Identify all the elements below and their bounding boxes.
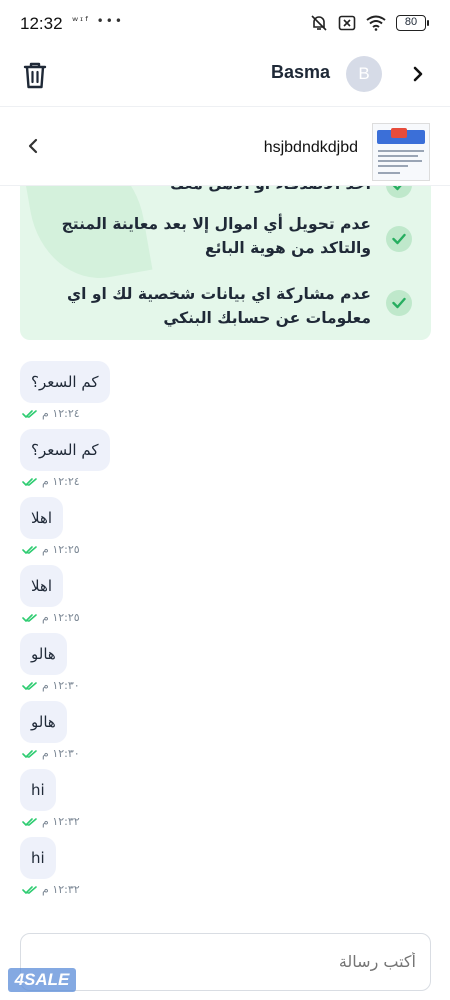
- wifi-icon: [366, 15, 386, 31]
- double-check-icon: [22, 885, 37, 894]
- trash-icon[interactable]: [22, 60, 48, 90]
- message-bubble[interactable]: hi: [20, 769, 56, 811]
- message-time: ١٢:٣٢ م: [42, 815, 80, 828]
- chevron-left-icon[interactable]: [26, 137, 40, 155]
- thumbnail-line: [378, 160, 422, 162]
- safety-tips-card: أخذ الأصدقاء أو الأهل معك عدم تحويل أي ا…: [20, 160, 431, 340]
- double-check-icon: [22, 409, 37, 418]
- no-sim-icon: [338, 15, 356, 31]
- message-time: ١٢:٢٥ م: [42, 543, 80, 556]
- battery-icon: 80: [396, 15, 429, 31]
- message-bubble[interactable]: كم السعر؟: [20, 429, 110, 471]
- brand-logo: 4SALE: [8, 968, 76, 992]
- check-icon: [386, 290, 412, 316]
- thumbnail-badge: [391, 128, 407, 138]
- thumbnail-line: [378, 165, 408, 167]
- message-time: ١٢:٢٤ م: [42, 407, 80, 420]
- double-check-icon: [22, 613, 37, 622]
- chevron-right-icon[interactable]: [410, 64, 426, 84]
- message-bubble[interactable]: hi: [20, 837, 56, 879]
- message-time: ١٢:٢٥ م: [42, 611, 80, 624]
- contact-name[interactable]: Basma: [271, 62, 330, 83]
- double-check-icon: [22, 817, 37, 826]
- check-icon: [386, 226, 412, 252]
- status-time: 12:32: [20, 14, 63, 33]
- message-meta: ١٢:٢٥ م: [22, 543, 80, 556]
- double-check-icon: [22, 749, 37, 758]
- status-right-icons: 80: [310, 14, 429, 32]
- double-check-icon: [22, 477, 37, 486]
- message-bubble[interactable]: هالو: [20, 633, 67, 675]
- message-bubble[interactable]: اهلا: [20, 497, 64, 539]
- message-meta: ١٢:٣٠ م: [22, 747, 80, 760]
- product-title[interactable]: hsjbdndkdjbd: [264, 139, 358, 157]
- thumbnail-line: [378, 150, 424, 152]
- message-time: ١٢:٢٤ م: [42, 475, 80, 488]
- avatar[interactable]: B: [346, 56, 382, 92]
- message-meta: ١٢:٣٠ م: [22, 679, 80, 692]
- message-time: ١٢:٣٠ م: [42, 747, 80, 760]
- double-check-icon: [22, 545, 37, 554]
- message-meta: ١٢:٣٢ م: [22, 883, 80, 896]
- message-bubble[interactable]: كم السعر؟: [20, 361, 110, 403]
- message-bubble[interactable]: هالو: [20, 701, 67, 743]
- tip-text: عدم مشاركة اي بيانات شخصية لك او اي معلو…: [66, 285, 371, 327]
- message-composer[interactable]: [20, 933, 431, 991]
- message-meta: ١٢:٢٥ م: [22, 611, 80, 624]
- double-check-icon: [22, 681, 37, 690]
- message-input[interactable]: [36, 952, 416, 971]
- product-thumbnail[interactable]: [372, 123, 430, 181]
- bell-off-icon: [311, 15, 327, 31]
- message-meta: ١٢:٣٢ م: [22, 815, 80, 828]
- message-bubble[interactable]: اهلا: [20, 565, 64, 607]
- product-bar[interactable]: hsjbdndkdjbd: [0, 106, 450, 186]
- message-time: ١٢:٣٢ م: [42, 883, 80, 896]
- chat-header: Basma B: [0, 48, 450, 106]
- message-time: ١٢:٣٠ م: [42, 679, 80, 692]
- status-bar: 12:32 ʷᶦᶠ ••• 80: [0, 0, 450, 48]
- thumbnail-line: [378, 172, 400, 174]
- tip-text: عدم تحويل أي اموال إلا بعد معاينة المنتج…: [61, 215, 371, 257]
- status-notification-icons: ʷᶦᶠ •••: [72, 14, 124, 28]
- thumbnail-line: [378, 155, 418, 157]
- message-meta: ١٢:٢٤ م: [22, 475, 80, 488]
- message-meta: ١٢:٢٤ م: [22, 407, 80, 420]
